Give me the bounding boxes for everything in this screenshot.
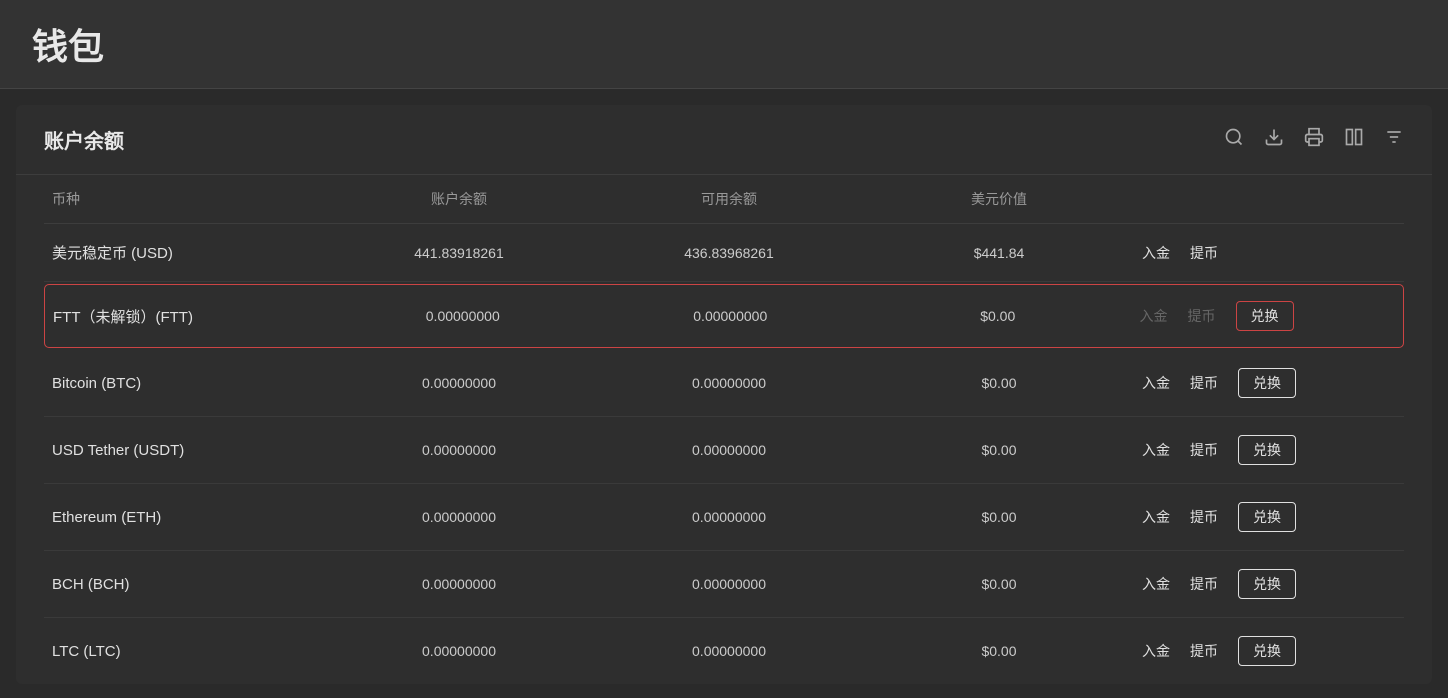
table-row-usdt: USD Tether (USDT) 0.00000000 0.00000000 … xyxy=(44,417,1404,484)
deposit-btn-ltc[interactable]: 入金 xyxy=(1142,641,1170,661)
actions-usd: 入金 提币 xyxy=(1134,243,1404,263)
download-icon[interactable] xyxy=(1264,127,1284,153)
col-header-usd: 美元价值 xyxy=(864,189,1134,209)
convert-btn-ftt[interactable]: 兑换 xyxy=(1236,301,1294,331)
deposit-btn-btc[interactable]: 入金 xyxy=(1142,373,1170,393)
usd-value-btc: $0.00 xyxy=(864,375,1134,391)
deposit-btn-ftt: 入金 xyxy=(1140,306,1168,326)
actions-btc: 入金 提币 兑换 xyxy=(1134,368,1404,398)
usd-value-ltc: $0.00 xyxy=(864,643,1134,659)
convert-btn-usdt[interactable]: 兑换 xyxy=(1238,435,1296,465)
usd-value-ftt: $0.00 xyxy=(864,308,1132,324)
balance-btc: 0.00000000 xyxy=(324,375,594,391)
currency-bch: BCH (BCH) xyxy=(44,576,324,593)
balance-eth: 0.00000000 xyxy=(324,509,594,525)
withdraw-btn-btc[interactable]: 提币 xyxy=(1190,373,1218,393)
table-row-eth: Ethereum (ETH) 0.00000000 0.00000000 $0.… xyxy=(44,484,1404,551)
deposit-btn-usd[interactable]: 入金 xyxy=(1142,243,1170,263)
convert-btn-btc[interactable]: 兑换 xyxy=(1238,368,1296,398)
section-header: 账户余额 xyxy=(16,105,1432,175)
table-row-btc: Bitcoin (BTC) 0.00000000 0.00000000 $0.0… xyxy=(44,350,1404,417)
search-icon[interactable] xyxy=(1224,127,1244,153)
table-container: 币种 账户余额 可用余额 美元价值 美元稳定币 (USD) 441.839182… xyxy=(16,175,1432,684)
available-ftt: 0.00000000 xyxy=(597,308,865,324)
print-icon[interactable] xyxy=(1304,127,1324,153)
balance-bch: 0.00000000 xyxy=(324,576,594,592)
usd-value-usd: $441.84 xyxy=(864,245,1134,261)
actions-ltc: 入金 提币 兑换 xyxy=(1134,636,1404,666)
page-title: 钱包 xyxy=(32,26,104,67)
currency-ltc: LTC (LTC) xyxy=(44,643,324,660)
available-ltc: 0.00000000 xyxy=(594,643,864,659)
withdraw-btn-usdt[interactable]: 提币 xyxy=(1190,440,1218,460)
table-row: 美元稳定币 (USD) 441.83918261 436.83968261 $4… xyxy=(44,224,1404,282)
convert-btn-bch[interactable]: 兑换 xyxy=(1238,569,1296,599)
withdraw-btn-bch[interactable]: 提币 xyxy=(1190,574,1218,594)
filter-icon[interactable] xyxy=(1384,127,1404,153)
actions-eth: 入金 提币 兑换 xyxy=(1134,502,1404,532)
balance-ftt: 0.00000000 xyxy=(329,308,597,324)
available-usd: 436.83968261 xyxy=(594,245,864,261)
col-header-balance: 账户余额 xyxy=(324,189,594,209)
actions-ftt: 入金 提币 兑换 xyxy=(1132,301,1400,331)
col-header-currency: 币种 xyxy=(44,189,324,209)
available-bch: 0.00000000 xyxy=(594,576,864,592)
currency-ftt: FTT（未解锁）(FTT) xyxy=(49,306,329,327)
currency-eth: Ethereum (ETH) xyxy=(44,509,324,526)
available-eth: 0.00000000 xyxy=(594,509,864,525)
table-header: 币种 账户余额 可用余额 美元价值 xyxy=(44,175,1404,224)
col-header-actions xyxy=(1134,189,1404,209)
withdraw-btn-usd[interactable]: 提币 xyxy=(1190,243,1218,263)
currency-btc: Bitcoin (BTC) xyxy=(44,375,324,392)
deposit-btn-usdt[interactable]: 入金 xyxy=(1142,440,1170,460)
deposit-btn-eth[interactable]: 入金 xyxy=(1142,507,1170,527)
convert-btn-ltc[interactable]: 兑换 xyxy=(1238,636,1296,666)
page-header: 钱包 xyxy=(0,0,1448,89)
available-usdt: 0.00000000 xyxy=(594,442,864,458)
convert-btn-eth[interactable]: 兑换 xyxy=(1238,502,1296,532)
usd-value-eth: $0.00 xyxy=(864,509,1134,525)
usd-value-usdt: $0.00 xyxy=(864,442,1134,458)
available-btc: 0.00000000 xyxy=(594,375,864,391)
currency-usd: 美元稳定币 (USD) xyxy=(44,242,324,263)
balance-usd: 441.83918261 xyxy=(324,245,594,261)
table-row-bch: BCH (BCH) 0.00000000 0.00000000 $0.00 入金… xyxy=(44,551,1404,618)
withdraw-btn-eth[interactable]: 提币 xyxy=(1190,507,1218,527)
table-row-ftt: FTT（未解锁）(FTT) 0.00000000 0.00000000 $0.0… xyxy=(44,284,1404,348)
balance-ltc: 0.00000000 xyxy=(324,643,594,659)
balance-usdt: 0.00000000 xyxy=(324,442,594,458)
actions-usdt: 入金 提币 兑换 xyxy=(1134,435,1404,465)
currency-usdt: USD Tether (USDT) xyxy=(44,442,324,459)
withdraw-btn-ltc[interactable]: 提币 xyxy=(1190,641,1218,661)
columns-icon[interactable] xyxy=(1344,127,1364,153)
table-row-ltc: LTC (LTC) 0.00000000 0.00000000 $0.00 入金… xyxy=(44,618,1404,684)
main-content: 账户余额 xyxy=(16,105,1432,684)
section-title: 账户余额 xyxy=(44,125,124,154)
withdraw-btn-ftt: 提币 xyxy=(1188,306,1216,326)
usd-value-bch: $0.00 xyxy=(864,576,1134,592)
header-icons xyxy=(1224,127,1404,153)
col-header-available: 可用余额 xyxy=(594,189,864,209)
actions-bch: 入金 提币 兑换 xyxy=(1134,569,1404,599)
deposit-btn-bch[interactable]: 入金 xyxy=(1142,574,1170,594)
